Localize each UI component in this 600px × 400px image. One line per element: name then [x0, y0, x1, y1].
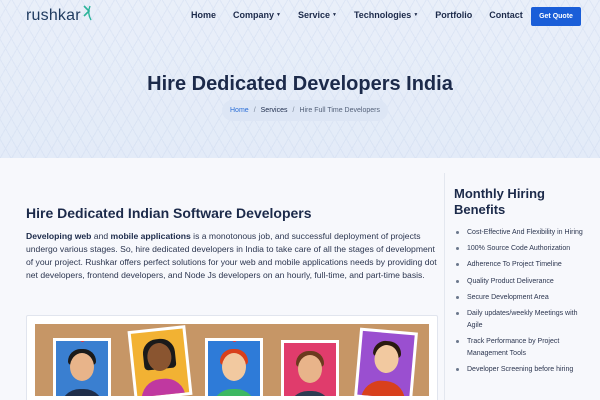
- benefit-item: Track Performance by Project Management …: [456, 336, 586, 360]
- developer-photo: [354, 327, 418, 396]
- nav-item-home[interactable]: Home: [191, 10, 216, 20]
- breadcrumb-current: Hire Full Time Developers: [299, 107, 380, 114]
- para-text: and: [91, 231, 111, 241]
- nav-item-service[interactable]: Service ▼: [298, 10, 337, 20]
- benefit-item: Quality Product Deliverance: [456, 276, 586, 288]
- bold-mobile: mobile applications: [110, 231, 191, 241]
- nav-item-company[interactable]: Company ▼: [233, 10, 281, 20]
- breadcrumb-services[interactable]: Services: [261, 107, 288, 114]
- developer-photo: [205, 338, 263, 396]
- nav-item-portfolio[interactable]: Portfolio: [435, 10, 472, 20]
- caret-down-icon: ▼: [413, 12, 419, 18]
- caret-down-icon: ▼: [276, 12, 281, 18]
- developer-photo: [127, 325, 193, 396]
- breadcrumb-separator: /: [292, 107, 295, 114]
- intro-paragraph: Developing web and mobile applications i…: [26, 230, 438, 282]
- logo-mark-icon: [83, 5, 92, 21]
- nav-label: Technologies: [353, 10, 412, 20]
- page-title: Hire Dedicated Developers India: [147, 73, 453, 95]
- developers-illustration: [35, 324, 429, 396]
- developer-photo: [53, 338, 111, 396]
- benefit-item: Daily updates/weekly Meetings with Agile: [456, 308, 586, 332]
- caret-down-icon: ▼: [332, 12, 337, 18]
- nav-label: Company: [233, 10, 275, 20]
- breadcrumb-separator: /: [253, 107, 256, 114]
- sidebar-divider: [444, 173, 445, 400]
- nav-label: Portfolio: [435, 10, 473, 20]
- benefit-item: 100% Source Code Authorization: [456, 243, 586, 255]
- breadcrumb-home-link[interactable]: Home: [230, 107, 249, 114]
- benefits-list: Cost-Effective And Flexibility in Hiring…: [456, 227, 586, 381]
- bold-web: Developing web: [26, 231, 92, 241]
- nav-item-technologies[interactable]: Technologies ▼: [354, 10, 418, 20]
- benefit-item: Secure Development Area: [456, 292, 586, 304]
- nav-item-contact[interactable]: Contact: [489, 10, 523, 20]
- logo-text: rushkar: [26, 7, 81, 24]
- benefit-item: Adherence To Project Timeline: [456, 259, 586, 271]
- site-header: rushkar Home Company ▼ Service ▼ Technologies…: [0, 0, 600, 33]
- logo[interactable]: rushkar: [26, 5, 92, 25]
- get-quote-button[interactable]: Get Quote: [531, 7, 581, 26]
- benefit-item: Cost-Effective And Flexibility in Hiring: [456, 227, 586, 239]
- benefit-item: Developer Screening before hiring: [456, 364, 586, 376]
- nav-label: Home: [191, 10, 217, 20]
- developers-image-card: [26, 315, 438, 400]
- developer-photo: [281, 340, 339, 396]
- main-nav: Home Company ▼ Service ▼ Technologies ▼ Portfol…: [191, 10, 540, 20]
- nav-label: Contact: [489, 10, 523, 20]
- section-title: Hire Dedicated Indian Software Developer…: [26, 205, 312, 221]
- sidebar-title: Monthly Hiring Benefits: [454, 186, 545, 217]
- nav-label: Service: [297, 10, 331, 20]
- breadcrumb: Home / Services / Hire Full Time Develop…: [222, 100, 388, 121]
